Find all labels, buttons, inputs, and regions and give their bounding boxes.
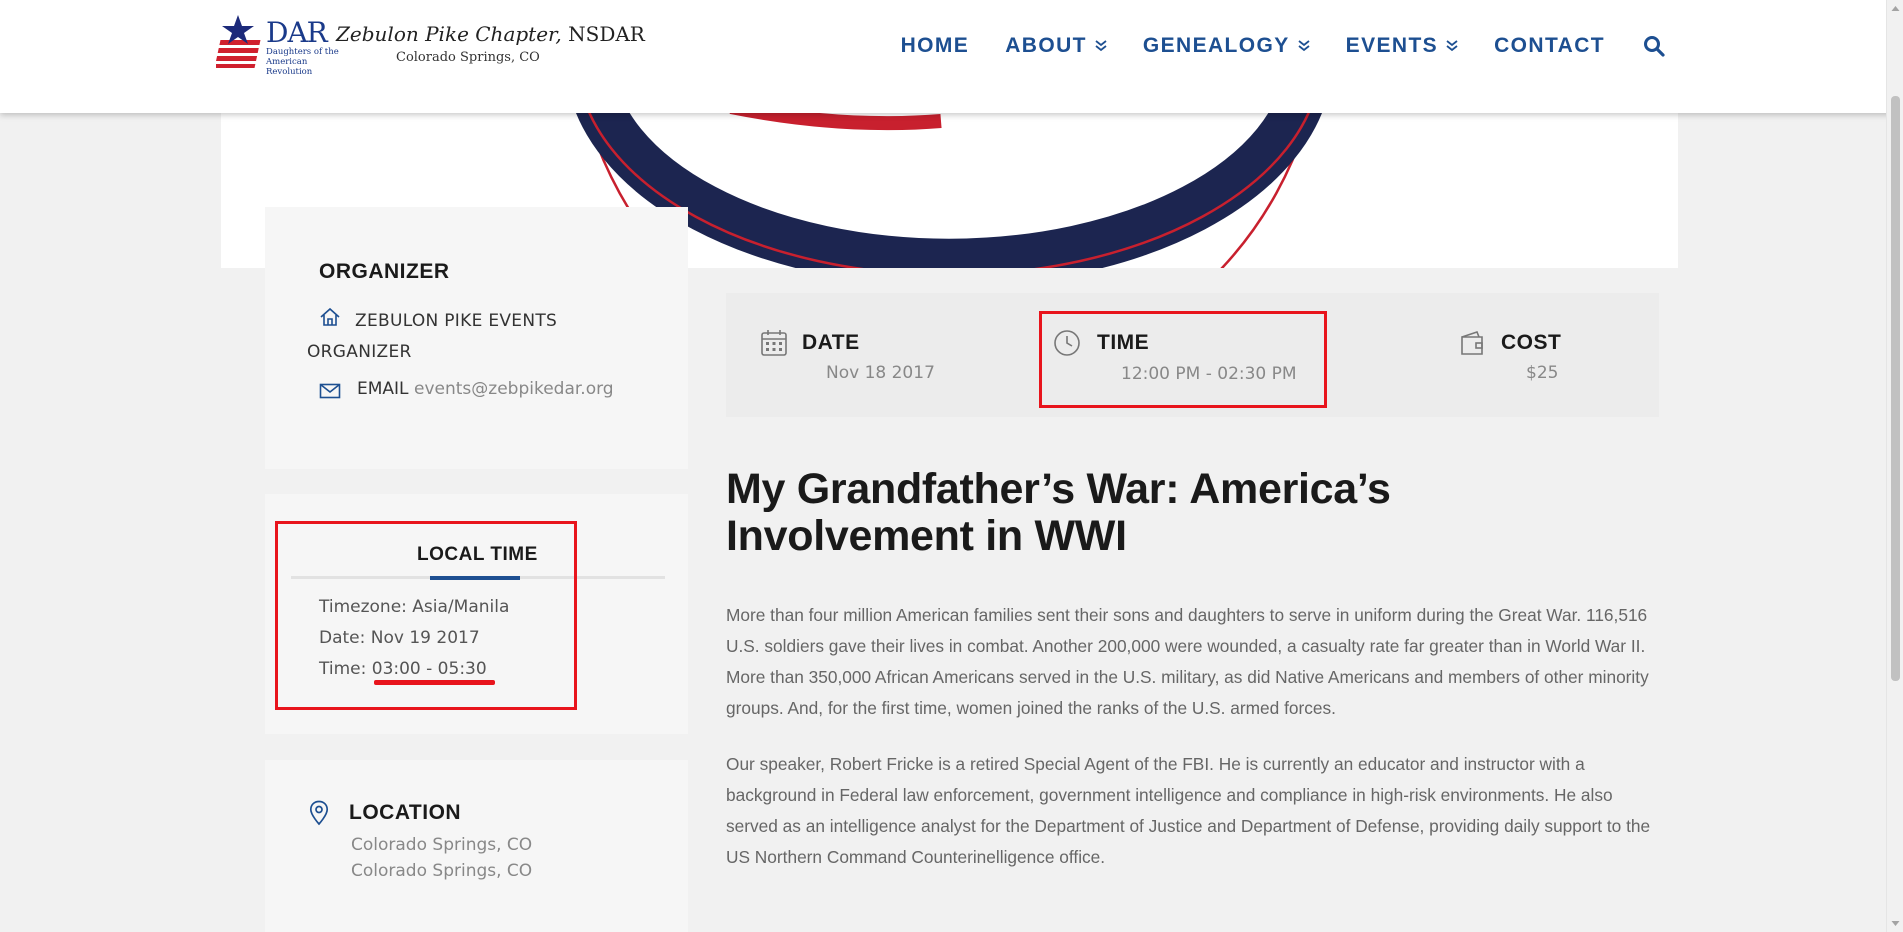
logo-chapter-name: Zebulon Pike Chapter, NSDAR bbox=[336, 22, 645, 46]
logo-dar-text: DAR bbox=[266, 16, 328, 49]
logo-subtitle-line-2: American Revolution bbox=[266, 57, 313, 77]
date-block: DATE Nov 18 2017 bbox=[726, 293, 1026, 417]
event-title: My Grandfather’s War: America’s Involvem… bbox=[726, 465, 1391, 560]
local-date: Date: Nov 19 2017 bbox=[319, 628, 480, 648]
local-time-card: LOCAL TIME Timezone: Asia/Manila Date: N… bbox=[265, 494, 688, 734]
site-logo[interactable]: DAR Daughters of the American Revolution… bbox=[216, 14, 645, 77]
organizer-title: ORGANIZER bbox=[319, 260, 450, 283]
page-scrollbar[interactable] bbox=[1886, 0, 1903, 932]
logo-subtitle-line-1: Daughters of the bbox=[266, 47, 339, 57]
map-pin-icon bbox=[309, 800, 329, 826]
organizer-card: ORGANIZER ZEBULON PIKE EVENTS ORGANIZER … bbox=[265, 207, 688, 469]
active-tab-indicator bbox=[430, 576, 520, 580]
main-nav: HOME ABOUT GENEALOGY EVENTS CONTACT bbox=[865, 34, 1665, 58]
calendar-icon bbox=[761, 330, 787, 356]
scroll-down-arrow-icon[interactable] bbox=[1891, 919, 1900, 928]
local-time-tab[interactable]: LOCAL TIME bbox=[417, 544, 538, 566]
location-line-2: Colorado Springs, CO bbox=[351, 861, 533, 881]
date-value: Nov 18 2017 bbox=[826, 363, 935, 383]
time-label: TIME bbox=[1097, 331, 1150, 354]
location-title: LOCATION bbox=[349, 801, 462, 824]
nav-home[interactable]: HOME bbox=[901, 34, 970, 58]
scroll-up-arrow-icon[interactable] bbox=[1891, 4, 1900, 13]
local-time-value: 03:00 - 05:30 bbox=[371, 659, 487, 679]
wallet-icon bbox=[1461, 331, 1483, 355]
mail-icon bbox=[319, 383, 341, 399]
location-card: LOCATION Colorado Springs, CO Colorado S… bbox=[265, 760, 688, 932]
time-value: 12:00 PM - 02:30 PM bbox=[1121, 364, 1297, 384]
search-icon[interactable] bbox=[1643, 35, 1665, 57]
site-header: DAR Daughters of the American Revolution… bbox=[0, 0, 1903, 113]
event-info-strip: DATE Nov 18 2017 TIME 12:00 PM - 02:30 P… bbox=[726, 293, 1659, 417]
cost-block: COST $25 bbox=[1426, 293, 1659, 417]
logo-subtitle: Daughters of the American Revolution bbox=[266, 47, 340, 77]
clock-icon bbox=[1054, 330, 1080, 356]
scrollbar-thumb[interactable] bbox=[1891, 96, 1900, 681]
organizer-name-link[interactable]: ZEBULON PIKE EVENTS ORGANIZER bbox=[307, 306, 637, 368]
organizer-email-link[interactable]: events@zebpikedar.org bbox=[414, 379, 614, 399]
date-label: DATE bbox=[802, 331, 860, 354]
cost-label: COST bbox=[1501, 331, 1562, 354]
double-chevron-down-icon bbox=[1095, 40, 1107, 52]
nav-contact[interactable]: CONTACT bbox=[1494, 34, 1605, 58]
time-block: TIME 12:00 PM - 02:30 PM bbox=[1026, 293, 1356, 417]
double-chevron-down-icon bbox=[1298, 40, 1310, 52]
nav-about[interactable]: ABOUT bbox=[1005, 34, 1107, 58]
nav-events[interactable]: EVENTS bbox=[1346, 34, 1458, 58]
double-chevron-down-icon bbox=[1446, 40, 1458, 52]
logo-chapter-italic: Zebulon Pike Chapter, bbox=[336, 22, 562, 46]
speaker-bio-paragraph: Our speaker, Robert Fricke is a retired … bbox=[726, 754, 1651, 867]
organizer-email-label: EMAIL bbox=[357, 379, 409, 399]
nav-genealogy[interactable]: GENEALOGY bbox=[1143, 34, 1310, 58]
nav-home-label: HOME bbox=[900, 34, 970, 57]
red-underline-annotation bbox=[374, 680, 495, 685]
event-description-paragraph: More than four million American families… bbox=[726, 605, 1649, 718]
local-time-row: Time: 03:00 - 05:30 bbox=[319, 659, 487, 679]
logo-city: Colorado Springs, CO bbox=[396, 50, 540, 65]
nav-about-label: ABOUT bbox=[1005, 34, 1087, 57]
local-time-label: Time: bbox=[319, 659, 372, 679]
nav-contact-label: CONTACT bbox=[1494, 34, 1605, 57]
cost-value: $25 bbox=[1526, 363, 1559, 383]
nav-events-label: EVENTS bbox=[1345, 34, 1439, 57]
location-line-1: Colorado Springs, CO bbox=[351, 835, 533, 855]
nav-genealogy-label: GENEALOGY bbox=[1142, 34, 1290, 57]
logo-chapter-org: NSDAR bbox=[561, 22, 645, 46]
local-timezone: Timezone: Asia/Manila bbox=[319, 597, 510, 617]
